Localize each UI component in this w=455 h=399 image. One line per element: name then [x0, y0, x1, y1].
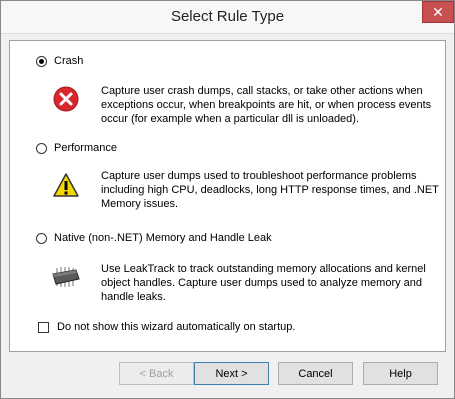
startup-checkbox-label: Do not show this wizard automatically on…	[57, 321, 296, 333]
cancel-button[interactable]: Cancel	[278, 362, 353, 385]
title-bar: Select Rule Type ✕	[1, 1, 454, 34]
native-memory-radio-button[interactable]	[36, 232, 47, 244]
memory-chip-icon	[52, 267, 80, 287]
startup-checkbox-row[interactable]: Do not show this wizard automatically on…	[38, 321, 295, 333]
next-button[interactable]: Next >	[194, 362, 269, 385]
crash-label: Crash	[54, 55, 84, 67]
performance-radio-button[interactable]	[36, 142, 47, 154]
dialog-title: Select Rule Type	[170, 8, 285, 25]
back-button[interactable]: < Back	[119, 362, 194, 385]
native-memory-radio-option[interactable]: Native (non-.NET) Memory and Handle Leak	[36, 230, 272, 246]
rule-type-panel: Crash Capture user crash dumps, call sta…	[9, 40, 446, 352]
native-memory-label: Native (non-.NET) Memory and Handle Leak	[54, 232, 272, 244]
select-rule-type-dialog: Select Rule Type ✕ Crash Capture user cr…	[0, 0, 455, 399]
crash-radio-button[interactable]	[36, 55, 47, 67]
close-button[interactable]: ✕	[422, 1, 454, 23]
error-icon	[53, 86, 79, 112]
performance-radio-option[interactable]: Performance	[36, 140, 117, 156]
help-button[interactable]: Help	[363, 362, 438, 385]
crash-description: Capture user crash dumps, call stacks, o…	[101, 85, 432, 125]
warning-icon	[53, 173, 79, 197]
native-memory-description: Use LeakTrack to track outstanding memor…	[101, 263, 426, 303]
startup-checkbox[interactable]	[38, 321, 49, 333]
performance-description: Capture user dumps used to troubleshoot …	[101, 170, 439, 210]
performance-label: Performance	[54, 142, 117, 154]
crash-radio-option[interactable]: Crash	[36, 53, 83, 69]
